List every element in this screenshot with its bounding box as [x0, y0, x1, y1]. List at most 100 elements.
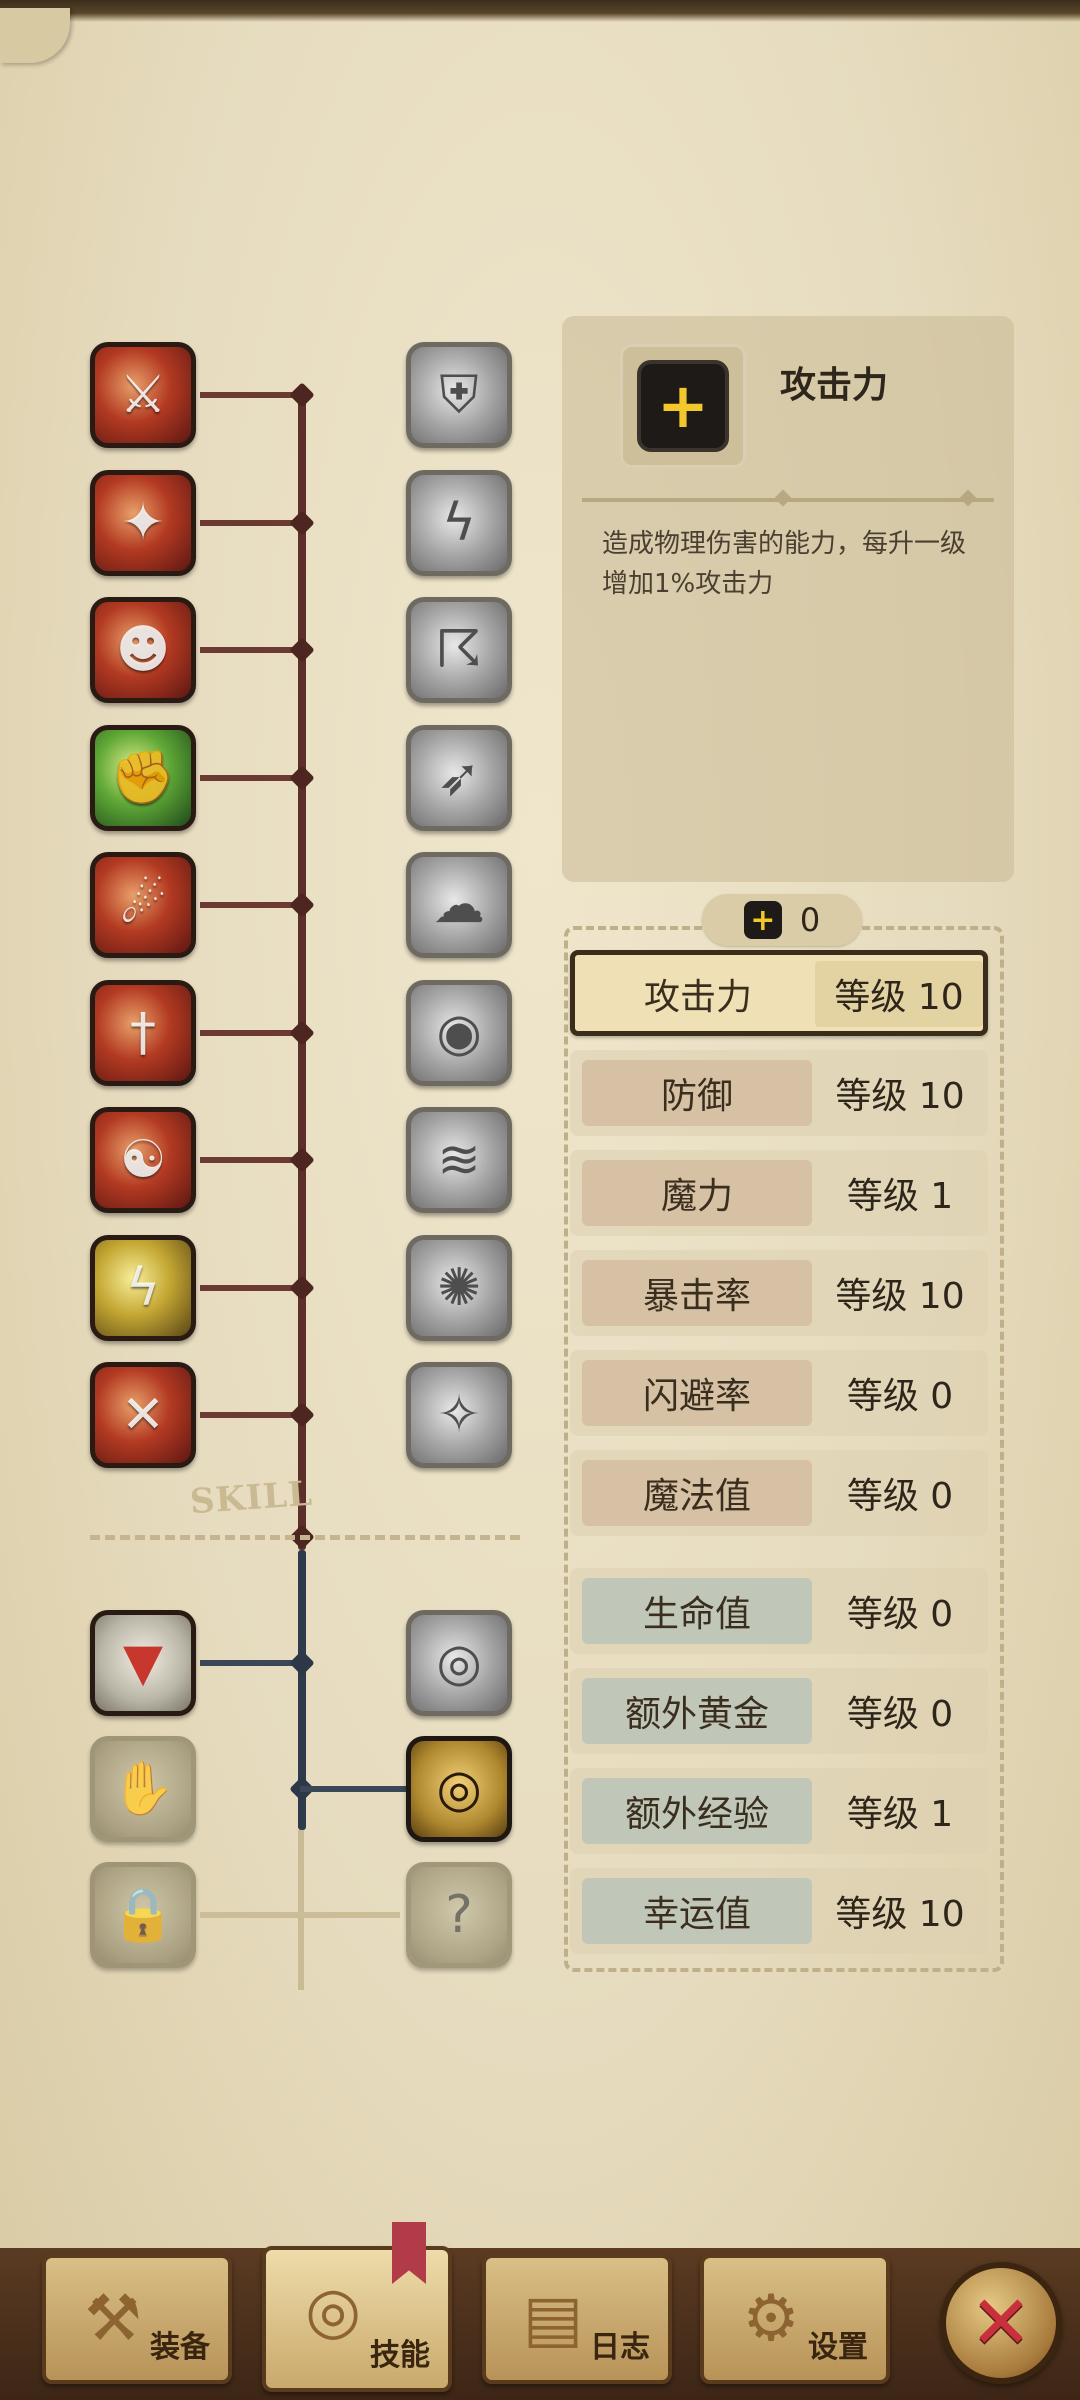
shield-icon: ⛨: [439, 365, 479, 425]
tree-branch: [200, 519, 300, 526]
skill-slot-lower-left[interactable]: 🔒: [90, 1862, 196, 1968]
tree-branch: [200, 1284, 300, 1291]
ninja-icon: ☯: [119, 1130, 167, 1190]
tab-journal[interactable]: ▤ 日志: [482, 2254, 672, 2384]
flexing-arm-icon: ✊: [110, 747, 176, 808]
skill-slot-lower-left[interactable]: ▼: [90, 1610, 196, 1716]
info-title: 攻击力: [780, 365, 889, 406]
skill-slot-left[interactable]: ☻: [90, 597, 196, 703]
tab-axe[interactable]: ⚒ 装备: [42, 2254, 232, 2384]
skill-slot-right[interactable]: ☈: [406, 597, 512, 703]
skill-slot-lower-right[interactable]: ?: [406, 1862, 512, 1968]
skill-slot-right[interactable]: ⛨: [406, 342, 512, 448]
info-divider: [582, 498, 994, 502]
sparkle-spirit-icon: ✧: [437, 1385, 481, 1445]
skill-slot-left[interactable]: ☯: [90, 1107, 196, 1213]
orb-icon: ✺: [437, 1257, 481, 1318]
skill-slot-lower-left[interactable]: ✋: [90, 1736, 196, 1842]
skill-slot-lower-right[interactable]: ◎: [406, 1736, 512, 1842]
stat-level: 等级 0: [846, 1376, 954, 1417]
tree-branch: [200, 392, 300, 398]
smoke-figure-icon: ☁: [433, 875, 485, 935]
eye-chest-icon: ◎: [436, 1633, 482, 1693]
stat-name: 额外经验: [582, 1778, 812, 1844]
skill-points-badge: + 0: [702, 894, 862, 946]
skill-points-value: 0: [799, 901, 821, 939]
skill-slot-right[interactable]: ≋: [406, 1107, 512, 1213]
stat-level: 等级 0: [846, 1476, 954, 1517]
gear-icon: ⚙: [742, 2282, 800, 2356]
close-button[interactable]: ✕: [940, 2262, 1062, 2384]
skill-slot-left[interactable]: ✊: [90, 724, 196, 831]
stat-name: 防御: [582, 1060, 812, 1126]
skill-slot-left[interactable]: ☄: [90, 852, 196, 958]
lightning-figure-icon: ϟ: [441, 492, 477, 553]
skill-slot-left[interactable]: ⚔: [90, 342, 196, 448]
skill-slot-right[interactable]: ✧: [406, 1362, 512, 1468]
tree-branch: [300, 1786, 408, 1792]
skill-slot-right[interactable]: ☁: [406, 852, 512, 958]
skill-slot-right[interactable]: ➶: [406, 724, 512, 831]
stat-row[interactable]: 幸运值 等级 10: [570, 1868, 988, 1954]
skill-slot-right[interactable]: ϟ: [406, 469, 512, 576]
dash-figure-icon: ➶: [437, 747, 481, 808]
stat-level: 等级 10: [835, 1276, 965, 1317]
stat-level: 等级 0: [846, 1594, 954, 1635]
stat-level: 等级 10: [815, 961, 983, 1027]
tab-gear[interactable]: ⚙ 设置: [700, 2254, 890, 2384]
stat-level: 等级 10: [835, 1894, 965, 1935]
crossed-swords-icon: ✕: [121, 1385, 165, 1445]
stat-name: 暴击率: [582, 1260, 812, 1326]
stat-row[interactable]: 魔力 等级 1: [570, 1150, 988, 1236]
lock-question-icon: ?: [445, 1885, 473, 1945]
plus-icon: +: [743, 901, 782, 939]
roaring-face-icon: ☻: [115, 620, 171, 680]
tree-trunk-faint: [298, 1830, 304, 1990]
tree-branch: [200, 1157, 300, 1163]
wave-icon: ≋: [437, 1130, 481, 1190]
tree-branch: [200, 774, 300, 781]
tree-branch: [200, 1029, 300, 1036]
skill-slot-left[interactable]: †: [90, 979, 196, 1086]
skill-info-panel: + 攻击力 造成物理伤害的能力，每升一级增加1%攻击力: [562, 316, 1014, 882]
stat-row[interactable]: 额外黄金 等级 0: [570, 1668, 988, 1754]
skill-slot-lower-right[interactable]: ◎: [406, 1610, 512, 1716]
skill-watermark: SKILL: [188, 1473, 315, 1523]
stat-name: 魔法值: [582, 1460, 812, 1526]
stat-level: 等级 10: [835, 1076, 965, 1117]
skill-slot-right[interactable]: ◉: [406, 979, 512, 1086]
stat-name: 幸运值: [582, 1878, 812, 1944]
skill-slot-left[interactable]: ✦: [90, 469, 196, 576]
skill-slot-left[interactable]: ϟ: [90, 1234, 196, 1341]
stat-level: 等级 1: [846, 1176, 954, 1217]
stat-name: 额外黄金: [582, 1678, 812, 1744]
tree-branch: [200, 1660, 300, 1666]
skill-slot-left[interactable]: ✕: [90, 1362, 196, 1468]
tab-label: 设置: [808, 2330, 868, 2365]
storm-icon: ☈: [435, 620, 483, 680]
tree-branch: [200, 1412, 300, 1418]
stat-row[interactable]: 生命值 等级 0: [570, 1568, 988, 1654]
corner-scroll-curl: [0, 8, 70, 63]
eye-chest-icon: ◎: [436, 1759, 482, 1819]
eye-burst-icon: ◉: [436, 1002, 482, 1063]
stat-row[interactable]: 闪避率 等级 0: [570, 1350, 988, 1436]
stat-level: 等级 0: [846, 1694, 954, 1735]
tab-label: 装备: [150, 2330, 210, 2365]
stat-row[interactable]: 暴击率 等级 10: [570, 1250, 988, 1336]
lock-icon: 🔒: [110, 1885, 176, 1945]
burning-runner-icon: ✦: [121, 492, 165, 553]
stat-row[interactable]: 防御 等级 10: [570, 1050, 988, 1136]
close-icon: ✕: [969, 2280, 1032, 2366]
axe-icon: ⚒: [84, 2282, 142, 2356]
skill-swirl-icon: ◎: [305, 2274, 361, 2348]
journal-icon: ▤: [522, 2282, 584, 2356]
stat-row[interactable]: 额外经验 等级 1: [570, 1768, 988, 1854]
tree-branch: [200, 1912, 400, 1918]
tree-branch: [200, 902, 300, 908]
skill-slot-right[interactable]: ✺: [406, 1234, 512, 1341]
stat-row[interactable]: 魔法值 等级 0: [570, 1450, 988, 1536]
treasure-chest-down-icon: ▼: [123, 1633, 163, 1693]
lightning-totem-icon: ϟ: [125, 1257, 161, 1318]
stat-row[interactable]: 攻击力 等级 10: [570, 950, 988, 1036]
